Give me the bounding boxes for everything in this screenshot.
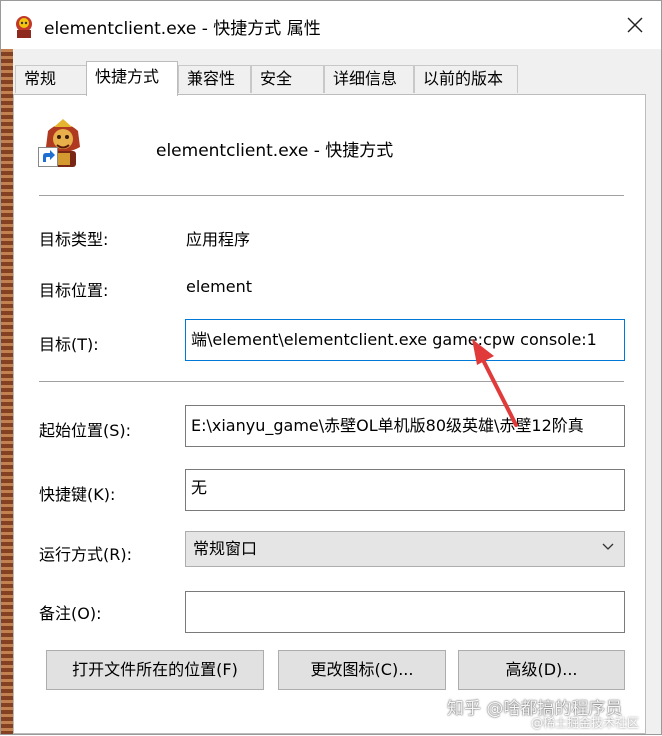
hotkey-field[interactable]: 无 xyxy=(185,469,625,511)
properties-window: elementclient.exe - 快捷方式 属性 常规 快捷方式 兼容性 … xyxy=(0,0,662,735)
target-type-label: 目标类型: xyxy=(39,230,109,249)
target-field[interactable]: 端\element\elementclient.exe game:cpw con… xyxy=(185,319,625,361)
shortcut-arrow-icon xyxy=(38,147,58,167)
target-label: 目标(T): xyxy=(39,335,99,354)
tab-previous-versions[interactable]: 以前的版本 xyxy=(414,65,518,93)
chevron-down-icon xyxy=(602,543,614,550)
tab-label: 兼容性 xyxy=(187,69,236,88)
close-button[interactable] xyxy=(613,7,657,43)
tab-label: 安全 xyxy=(260,69,293,88)
start-in-field[interactable]: E:\xianyu_game\赤壁OL单机版80级英雄\赤壁12阶真 xyxy=(185,405,625,447)
tab-label: 快捷方式 xyxy=(95,67,160,86)
shortcut-name: elementclient.exe - 快捷方式 xyxy=(156,141,394,161)
hotkey-label: 快捷键(K): xyxy=(39,485,116,504)
close-icon xyxy=(627,17,643,33)
tab-label: 常规 xyxy=(24,69,57,88)
tab-label: 以前的版本 xyxy=(423,69,504,88)
title-bar: elementclient.exe - 快捷方式 属性 xyxy=(1,1,661,49)
tab-security[interactable]: 安全 xyxy=(251,65,324,93)
open-file-location-button[interactable]: 打开文件所在的位置(F) xyxy=(46,650,264,690)
comment-field[interactable] xyxy=(185,591,625,633)
tab-compatibility[interactable]: 兼容性 xyxy=(178,65,251,93)
start-in-label: 起始位置(S): xyxy=(39,421,132,440)
watermark-juejin: @稀土掘金技术社区 xyxy=(531,716,640,730)
target-location-value: element xyxy=(186,277,252,296)
tab-shortcut[interactable]: 快捷方式 xyxy=(86,61,178,96)
tab-details[interactable]: 详细信息 xyxy=(324,65,414,93)
change-icon-button[interactable]: 更改图标(C)... xyxy=(278,650,446,690)
run-label: 运行方式(R): xyxy=(39,545,132,564)
app-icon xyxy=(16,16,32,38)
comment-label: 备注(O): xyxy=(39,604,102,623)
tab-strip: 常规 快捷方式 兼容性 安全 详细信息 以前的版本 xyxy=(13,49,661,96)
background-window-edge xyxy=(1,49,13,734)
separator xyxy=(39,195,624,196)
shortcut-tab-panel: elementclient.exe - 快捷方式 目标类型: 应用程序 目标位置… xyxy=(13,94,646,734)
separator xyxy=(39,381,624,382)
target-type-value: 应用程序 xyxy=(186,230,251,249)
run-select-value: 常规窗口 xyxy=(193,539,258,558)
run-select[interactable]: 常规窗口 xyxy=(185,531,625,567)
tab-label: 详细信息 xyxy=(333,69,398,88)
target-location-label: 目标位置: xyxy=(39,281,109,300)
advanced-button[interactable]: 高级(D)... xyxy=(458,650,625,690)
window-title: elementclient.exe - 快捷方式 属性 xyxy=(44,19,321,39)
tab-general[interactable]: 常规 xyxy=(15,65,87,93)
